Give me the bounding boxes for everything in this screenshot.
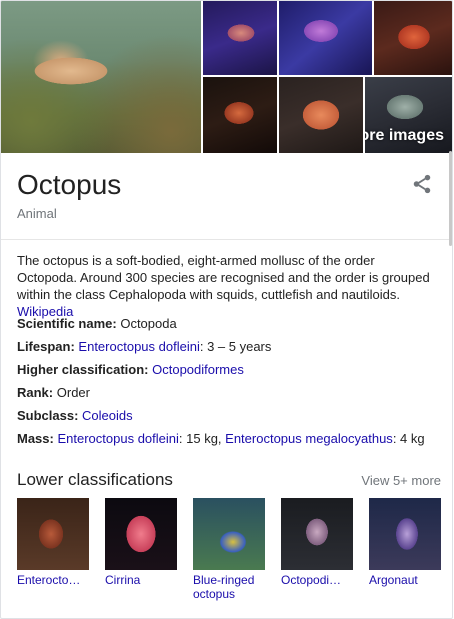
share-icon[interactable] xyxy=(411,173,433,195)
fact-label: Lifespan: xyxy=(17,339,75,354)
knowledge-panel: More images Octopus Animal The octopus i… xyxy=(0,0,453,619)
octopus-image-2[interactable] xyxy=(203,1,277,75)
more-images-link[interactable]: More images xyxy=(365,127,444,145)
fact-rank: Rank: Order xyxy=(17,384,437,407)
classification-thumbnail xyxy=(193,498,265,570)
fact-link[interactable]: Octopodiformes xyxy=(152,362,244,377)
facts-list: Scientific name: Octopoda Lifespan: Ente… xyxy=(17,315,437,453)
lower-classifications-title: Lower classifications xyxy=(17,470,173,489)
fact-value: : 3 – 5 years xyxy=(199,339,272,354)
octopus-image-5[interactable] xyxy=(203,77,277,153)
octopus-image-3[interactable] xyxy=(279,1,372,75)
fact-link[interactable]: Enteroctopus dofleini xyxy=(57,431,178,446)
title-section: Octopus Animal xyxy=(1,153,452,240)
scrollbar[interactable] xyxy=(449,151,452,246)
classification-label: Enterocto… xyxy=(17,573,81,587)
fact-link[interactable]: Coleoids xyxy=(82,408,133,423)
octopus-image-4[interactable] xyxy=(374,1,452,75)
lower-classification-item[interactable]: Octopodi… xyxy=(281,498,355,587)
fact-label: Mass: xyxy=(17,431,54,446)
octopus-image-6[interactable] xyxy=(279,77,363,153)
classification-thumbnail xyxy=(281,498,353,570)
classification-label: Argonaut xyxy=(369,573,418,587)
lower-classifications-header: Lower classifications View 5+ more xyxy=(17,470,441,494)
lower-classification-item[interactable]: Argonaut xyxy=(369,498,443,587)
lower-classification-item[interactable]: Blue-ringed octopus xyxy=(193,498,267,601)
view-more-link[interactable]: View 5+ more xyxy=(361,473,441,488)
lower-classification-item[interactable]: Cirrina xyxy=(105,498,179,587)
fact-value: Octopoda xyxy=(120,316,177,331)
entity-subtitle: Animal xyxy=(17,206,57,221)
octopus-image-main[interactable] xyxy=(1,1,201,153)
image-grid: More images xyxy=(1,1,452,153)
fact-mass: Mass: Enteroctopus dofleini: 15 kg, Ente… xyxy=(17,430,437,453)
fact-label: Subclass: xyxy=(17,408,79,423)
classification-thumbnail xyxy=(105,498,177,570)
fact-value: Order xyxy=(56,385,90,400)
fact-subclass: Subclass: Coleoids xyxy=(17,407,437,430)
fact-scientific-name: Scientific name: Octopoda xyxy=(17,315,437,338)
fact-higher-classification: Higher classification: Octopodiformes xyxy=(17,361,437,384)
classification-label: Blue-ringed octopus xyxy=(193,573,255,601)
lower-classification-item[interactable]: Enterocto… xyxy=(17,498,91,587)
fact-link[interactable]: Enteroctopus megalocyathus xyxy=(225,431,393,446)
classification-thumbnail xyxy=(17,498,89,570)
fact-label: Scientific name: xyxy=(17,316,117,331)
classification-label: Octopodi… xyxy=(281,573,342,587)
classification-thumbnail xyxy=(369,498,441,570)
fact-label: Higher classification: xyxy=(17,362,149,377)
fact-lifespan: Lifespan: Enteroctopus dofleini: 3 – 5 y… xyxy=(17,338,437,361)
fact-value: : 15 kg, xyxy=(178,431,226,446)
classification-label: Cirrina xyxy=(105,573,141,587)
fact-value: : 4 kg xyxy=(392,431,425,446)
fact-label: Rank: xyxy=(17,385,54,400)
lower-classifications-list: Enterocto… Cirrina Blue-ringed octopus O… xyxy=(17,498,447,608)
description: The octopus is a soft-bodied, eight-arme… xyxy=(17,252,437,320)
octopus-image-7[interactable]: More images xyxy=(365,77,452,153)
fact-link[interactable]: Enteroctopus dofleini xyxy=(78,339,199,354)
description-text: The octopus is a soft-bodied, eight-arme… xyxy=(17,253,430,302)
entity-title: Octopus xyxy=(17,169,122,200)
